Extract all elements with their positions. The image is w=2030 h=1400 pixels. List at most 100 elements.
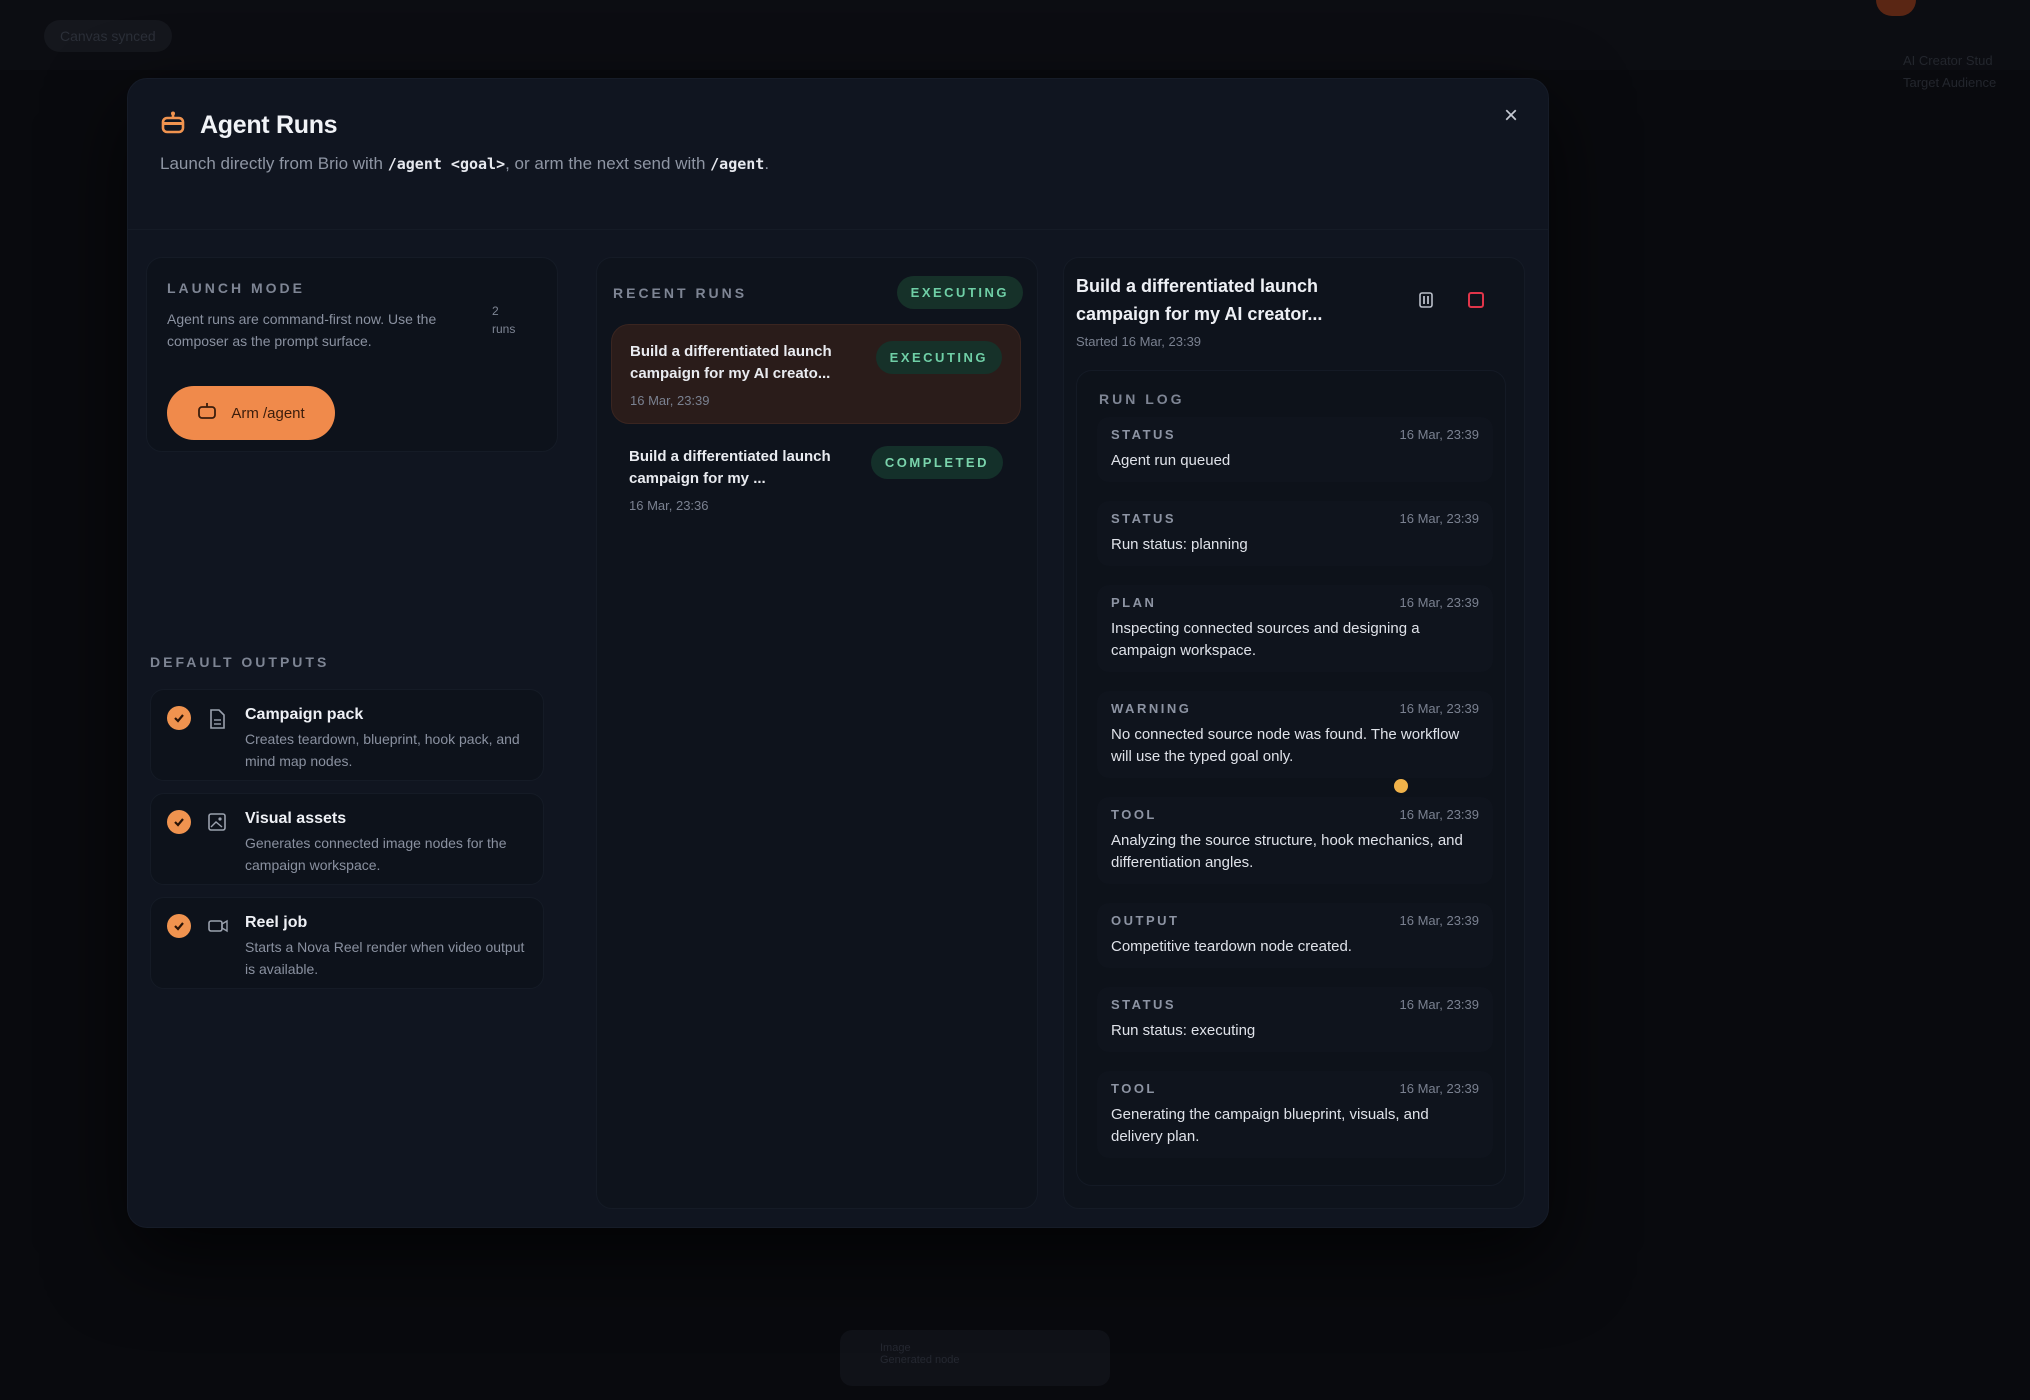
log-entry: STATUS 16 Mar, 23:39 Run status: planning — [1097, 501, 1493, 566]
log-time: 16 Mar, 23:39 — [1399, 913, 1480, 928]
run-item-active[interactable]: Build a differentiated launch campaign f… — [611, 324, 1021, 424]
subtitle-text: . — [764, 154, 770, 173]
run-title: Build a differentiated launch campaign f… — [629, 448, 831, 487]
close-button[interactable]: × — [1496, 101, 1526, 131]
run-detail-title: Build a differentiated launch campaign f… — [1076, 276, 1323, 324]
log-time: 16 Mar, 23:39 — [1399, 807, 1480, 822]
log-type: PLAN — [1111, 595, 1157, 610]
log-text: Generating the campaign blueprint, visua… — [1111, 1106, 1429, 1145]
log-time: 16 Mar, 23:39 — [1399, 701, 1480, 716]
agent-command: /agent — [710, 155, 765, 173]
run-log-label: RUN LOG — [1099, 391, 1185, 407]
run-started-time: Started 16 Mar, 23:39 — [1076, 334, 1202, 349]
background-panel-subtitle: Target Audience — [1903, 75, 1997, 90]
log-entry: WARNING 16 Mar, 23:39 No connected source … — [1097, 691, 1493, 778]
output-description: Creates teardown, blueprint, hook pack, … — [245, 731, 520, 769]
log-time: 16 Mar, 23:39 — [1399, 427, 1480, 442]
check-icon[interactable] — [167, 810, 191, 834]
run-item[interactable]: Build a differentiated launch campaign f… — [611, 430, 1021, 520]
background-right-panel: AI Creator Stud Target Audience — [1895, 40, 2030, 340]
log-time: 16 Mar, 23:39 — [1399, 595, 1480, 610]
log-text: Inspecting connected sources and designi… — [1111, 620, 1420, 659]
arm-agent-label: Arm /agent — [231, 404, 305, 422]
output-title: Reel job — [245, 914, 308, 931]
stop-button[interactable] — [1462, 288, 1490, 316]
recent-runs-header: RECENT RUNS EXECUTING — [613, 276, 1023, 309]
subtitle-text: , or arm the next send with — [505, 154, 711, 173]
status-badge: EXECUTING — [896, 276, 1023, 309]
header-divider — [128, 229, 1548, 230]
output-description: Starts a Nova Reel render when video out… — [245, 939, 525, 977]
log-time: 16 Mar, 23:39 — [1399, 1081, 1480, 1096]
image-icon — [207, 812, 229, 884]
launch-column: LAUNCH MODE Agent runs are command-first… — [146, 257, 558, 1209]
run-time: 16 Mar, 23:36 — [629, 498, 709, 513]
agent-goal-command: /agent <goal> — [387, 155, 506, 173]
log-text: Analyzing the source structure, hook mec… — [1111, 832, 1463, 871]
run-title: Build a differentiated launch campaign f… — [630, 343, 832, 382]
modal-title: Agent Runs — [200, 111, 338, 139]
log-type: WARNING — [1111, 701, 1192, 716]
runs-count: 2 runs — [492, 302, 532, 338]
agent-runs-modal: Agent Runs Launch directly from Brio wit… — [127, 78, 1549, 1228]
log-text: Competitive teardown node created. — [1111, 938, 1352, 955]
log-entry: PLAN 16 Mar, 23:39 Inspecting connected so… — [1097, 585, 1493, 672]
runs-count-value: 2 — [492, 304, 499, 318]
modal-subtitle: Launch directly from Brio with /agent <g… — [160, 154, 1490, 174]
log-entry: STATUS 16 Mar, 23:39 Run status: executing — [1097, 987, 1493, 1052]
toast-text: Generated node — [880, 1354, 960, 1366]
pause-button[interactable] — [1412, 288, 1440, 316]
log-text: Run status: planning — [1111, 536, 1248, 553]
run-time: 16 Mar, 23:39 — [630, 393, 710, 408]
recent-runs-column: RECENT RUNS EXECUTING Build a differenti… — [596, 257, 1038, 1209]
run-log-panel: RUN LOG STATUS 16 Mar, 23:39 Agent run que… — [1076, 370, 1506, 1186]
modal-header: Agent Runs Launch directly from Brio wit… — [160, 111, 1490, 174]
stop-icon — [1467, 291, 1485, 314]
launch-mode-card: LAUNCH MODE Agent runs are command-first… — [146, 257, 558, 452]
output-reel-job[interactable]: Reel job Starts a Nova Reel render when … — [150, 897, 544, 989]
log-type: STATUS — [1111, 427, 1177, 442]
warning-indicator-dot — [1394, 779, 1408, 793]
video-icon — [207, 916, 229, 988]
toast-title: Image — [880, 1342, 911, 1354]
output-visual-assets[interactable]: Visual assets Generates connected image … — [150, 793, 544, 885]
background-toast: Image Generated node — [840, 1330, 1110, 1386]
close-icon: × — [1503, 102, 1518, 129]
pause-icon — [1418, 291, 1434, 314]
log-entry: STATUS 16 Mar, 23:39 Agent run queued — [1097, 417, 1493, 482]
log-entry: TOOL 16 Mar, 23:39 Analyzing the source st… — [1097, 797, 1493, 884]
log-entry: TOOL 16 Mar, 23:39 Generating the campaign… — [1097, 1071, 1493, 1158]
log-type: STATUS — [1111, 511, 1177, 526]
check-icon[interactable] — [167, 706, 191, 730]
log-time: 16 Mar, 23:39 — [1399, 511, 1480, 526]
robot-icon — [197, 402, 217, 424]
log-type: TOOL — [1111, 807, 1157, 822]
log-entry: OUTPUT 16 Mar, 23:39 Competitive teardown … — [1097, 903, 1493, 968]
log-type: OUTPUT — [1111, 913, 1180, 928]
runs-count-unit: runs — [492, 322, 516, 336]
background-topbar — [0, 0, 2030, 70]
robot-icon — [160, 111, 186, 140]
recent-runs-label: RECENT RUNS — [613, 284, 748, 301]
document-icon — [207, 708, 229, 780]
log-time: 16 Mar, 23:39 — [1399, 997, 1480, 1012]
log-text: No connected source node was found. The … — [1111, 726, 1460, 765]
status-badge: EXECUTING — [875, 341, 1002, 374]
default-outputs-label: DEFAULT OUTPUTS — [150, 654, 330, 670]
log-type: TOOL — [1111, 1081, 1157, 1096]
log-text: Agent run queued — [1111, 452, 1231, 469]
output-title: Visual assets — [245, 810, 347, 827]
log-text: Run status: executing — [1111, 1022, 1256, 1039]
output-campaign-pack[interactable]: Campaign pack Creates teardown, blueprin… — [150, 689, 544, 781]
status-badge: COMPLETED — [870, 446, 1003, 479]
background-chip: Canvas synced — [44, 20, 172, 52]
launch-mode-label: LAUNCH MODE — [167, 280, 305, 296]
arm-agent-button[interactable]: Arm /agent — [167, 386, 335, 440]
check-icon[interactable] — [167, 914, 191, 938]
run-detail-column: Build a differentiated launch campaign f… — [1063, 257, 1525, 1209]
output-title: Campaign pack — [245, 706, 364, 723]
launch-mode-description: Agent runs are command-first now. Use th… — [167, 311, 437, 349]
output-description: Generates connected image nodes for the … — [245, 835, 507, 873]
background-panel-title: AI Creator Stud — [1903, 53, 1993, 68]
subtitle-text: Launch directly from Brio with — [160, 154, 388, 173]
